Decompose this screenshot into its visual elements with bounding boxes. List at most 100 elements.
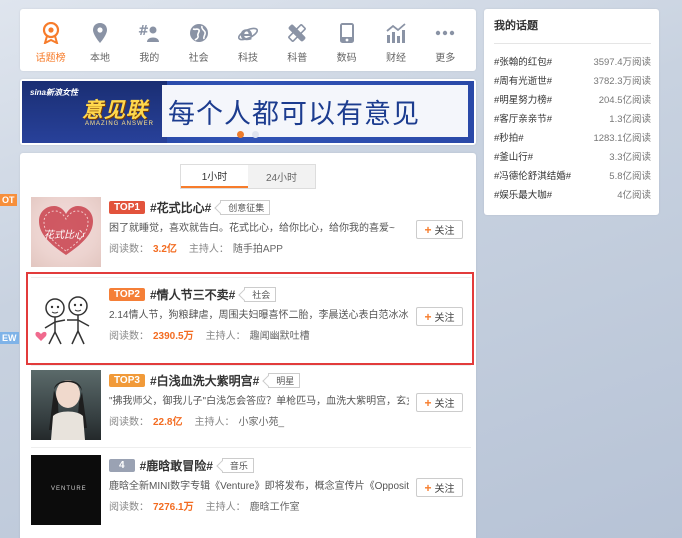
my-topic-item[interactable]: #秒拍# 1283.1亿阅读 xyxy=(494,128,651,147)
rank-badge: TOP2 xyxy=(109,288,145,301)
read-count-label: 阅读数： xyxy=(109,331,149,342)
my-topic-reads: 3782.3万阅读 xyxy=(593,76,651,88)
host-name[interactable]: 随手拍APP xyxy=(233,240,283,255)
nav-label: 财经 xyxy=(385,53,406,64)
follow-label: 关注 xyxy=(434,399,455,410)
read-count: 2390.5万 xyxy=(153,331,194,342)
user-hashtag-icon: # xyxy=(138,22,160,44)
topic-title-row: TOP1 #花式比心# 创意征集 xyxy=(109,199,271,216)
read-count: 7276.1万 xyxy=(153,502,194,513)
read-count-label: 阅读数： xyxy=(109,244,149,255)
my-topic-item[interactable]: #冯德伦舒淇结婚# 5.8亿阅读 xyxy=(494,165,651,184)
topic-meta: 阅读数： 7276.1万 主持人： 鹿晗工作室 xyxy=(109,498,300,513)
my-topic-reads: 3597.4万阅读 xyxy=(593,57,651,69)
my-topic-item[interactable]: #客厅亲亲节# 1.3亿阅读 xyxy=(494,109,651,128)
topic-title[interactable]: #白浅血洗大紫明宫# xyxy=(150,372,259,389)
banner-carousel[interactable]: sina新浪女性 意见联 AMAZING ANSWER 每个人都可以有意见 xyxy=(20,79,476,145)
topic-item[interactable]: TOP3 #白浅血洗大紫明宫# 明星 "拂我师父，御我儿子"白浅怎会答应？单枪匹… xyxy=(31,370,471,444)
thumbnail-caption: VENTURE xyxy=(51,486,87,492)
read-count-label: 阅读数： xyxy=(109,502,149,513)
nav-item-local[interactable]: 本地 xyxy=(75,9,124,71)
new-edge-tag: EW xyxy=(0,332,19,344)
host-name[interactable]: 小家小苑_ xyxy=(238,413,284,428)
my-topic-item[interactable]: #釜山行# 3.3亿阅读 xyxy=(494,146,651,165)
tab-24-hours[interactable]: 24小时 xyxy=(248,165,315,188)
nav-item-finance[interactable]: 财经 xyxy=(371,9,420,71)
carousel-dot[interactable] xyxy=(252,131,259,138)
my-topic-name: #周有光逝世# xyxy=(494,76,553,88)
my-topic-reads: 5.8亿阅读 xyxy=(609,170,651,182)
follow-button[interactable]: + 关注 xyxy=(416,478,463,497)
topic-meta: 阅读数： 22.8亿 主持人： 小家小苑_ xyxy=(109,413,284,428)
my-topic-item[interactable]: #周有光逝世# 3782.3万阅读 xyxy=(494,71,651,90)
my-topic-reads: 1283.1亿阅读 xyxy=(593,133,651,144)
nav-label: 话题榜 xyxy=(35,53,66,64)
read-count: 3.2亿 xyxy=(153,244,177,255)
brand-title: 意见联 xyxy=(82,99,148,122)
globe-icon xyxy=(188,22,210,44)
topic-description: 鹿晗全新MINI数字专辑《Venture》即将发布，概念宣传片《Opposite… xyxy=(109,481,409,492)
my-topic-reads: 204.5亿阅读 xyxy=(598,95,651,107)
category-tag[interactable]: 社会 xyxy=(244,287,277,302)
topic-thumbnail: VENTURE xyxy=(31,455,101,525)
topic-title[interactable]: #情人节三不卖# xyxy=(150,286,235,303)
follow-button[interactable]: + 关注 xyxy=(416,393,463,412)
nav-label: 科普 xyxy=(287,53,308,64)
follow-label: 关注 xyxy=(434,226,455,237)
nav-item-science[interactable]: 科普 xyxy=(273,9,322,71)
carousel-dot-active[interactable] xyxy=(237,131,244,138)
hot-edge-tag: OT xyxy=(0,194,17,206)
topic-title[interactable]: #花式比心# xyxy=(150,199,211,216)
topic-description: 2.14情人节，狗粮肆虐，周围夫妇曝喜怀二胎，李晨送心表白范冰冰，谢娜... xyxy=(109,310,409,321)
plus-icon: + xyxy=(424,309,432,324)
follow-button[interactable]: + 关注 xyxy=(416,307,463,326)
phone-icon xyxy=(336,22,358,44)
category-tag[interactable]: 音乐 xyxy=(221,458,254,473)
host-label: 主持人： xyxy=(188,244,229,255)
category-tag[interactable]: 明星 xyxy=(268,373,301,388)
host-name[interactable]: 趣闻幽默吐槽 xyxy=(250,327,310,342)
carousel-dots xyxy=(22,131,474,138)
sidebar-title: 我的话题 xyxy=(494,17,651,44)
brand-subtitle: AMAZING ANSWER xyxy=(85,121,155,127)
category-tag[interactable]: 创意征集 xyxy=(220,200,271,215)
nav-item-mine[interactable]: # 我的 xyxy=(125,9,174,71)
time-tabs: 1小时 24小时 xyxy=(180,164,316,189)
nav-label: 社会 xyxy=(188,53,209,64)
my-topic-name: #张翰的红包# xyxy=(494,57,553,69)
svg-text:#: # xyxy=(138,24,149,39)
tab-1-hour[interactable]: 1小时 xyxy=(181,165,248,188)
divider xyxy=(31,277,471,278)
my-topics-sidebar: 我的话题 #张翰的红包# 3597.4万阅读 #周有光逝世# 3782.3万阅读 #… xyxy=(484,9,659,215)
divider xyxy=(31,447,471,448)
topic-list-panel: 1小时 24小时 花式比心 TOP1 #花式比心# 创意征集 困了就睡觉，喜欢就… xyxy=(20,153,476,538)
location-pin-icon xyxy=(89,22,111,44)
my-topic-item[interactable]: #娱乐最大咖# 4亿阅读 xyxy=(494,184,651,203)
my-topics-list: #张翰的红包# 3597.4万阅读 #周有光逝世# 3782.3万阅读 #明星努力榜… xyxy=(494,52,651,203)
satellite-icon xyxy=(286,22,308,44)
topic-item[interactable]: VENTURE 4 #鹿晗敢冒险# 音乐 鹿晗全新MINI数字专辑《Ventur… xyxy=(31,455,471,529)
topic-item[interactable]: 花式比心 TOP1 #花式比心# 创意征集 困了就睡觉，喜欢就告白。花式比心，给… xyxy=(31,197,471,271)
category-nav: 话题榜 本地 # 我的 社会 e 科技 科普 数码 财经 更多 xyxy=(20,9,476,71)
topic-meta: 阅读数： 2390.5万 主持人： 趣闻幽默吐槽 xyxy=(109,327,310,342)
host-name[interactable]: 鹿晗工作室 xyxy=(250,498,300,513)
follow-button[interactable]: + 关注 xyxy=(416,220,463,239)
my-topic-item[interactable]: #明星努力榜# 204.5亿阅读 xyxy=(494,90,651,109)
nav-item-digital[interactable]: 数码 xyxy=(322,9,371,71)
topic-item[interactable]: TOP2 #情人节三不卖# 社会 2.14情人节，狗粮肆虐，周围夫妇曝喜怀二胎，… xyxy=(31,284,471,358)
my-topic-item[interactable]: #张翰的红包# 3597.4万阅读 xyxy=(494,52,651,71)
nav-item-more[interactable]: 更多 xyxy=(421,9,470,71)
topic-title-row: TOP3 #白浅血洗大紫明宫# 明星 xyxy=(109,372,301,389)
nav-label: 更多 xyxy=(435,53,456,64)
nav-label: 我的 xyxy=(139,53,160,64)
nav-item-huati[interactable]: 话题榜 xyxy=(26,9,75,71)
read-count: 22.8亿 xyxy=(153,417,183,428)
topic-description: 困了就睡觉，喜欢就告白。花式比心，给你比心，给你我的喜爱~ xyxy=(109,223,395,234)
read-count-label: 阅读数： xyxy=(109,417,149,428)
thumbnail-caption: 花式比心 xyxy=(44,230,84,241)
rank-badge: TOP1 xyxy=(109,201,145,214)
topic-title[interactable]: #鹿晗敢冒险# xyxy=(140,457,213,474)
banner-image: sina新浪女性 意见联 AMAZING ANSWER 每个人都可以有意见 xyxy=(22,81,474,143)
nav-item-tech[interactable]: e 科技 xyxy=(223,9,272,71)
nav-item-society[interactable]: 社会 xyxy=(174,9,223,71)
